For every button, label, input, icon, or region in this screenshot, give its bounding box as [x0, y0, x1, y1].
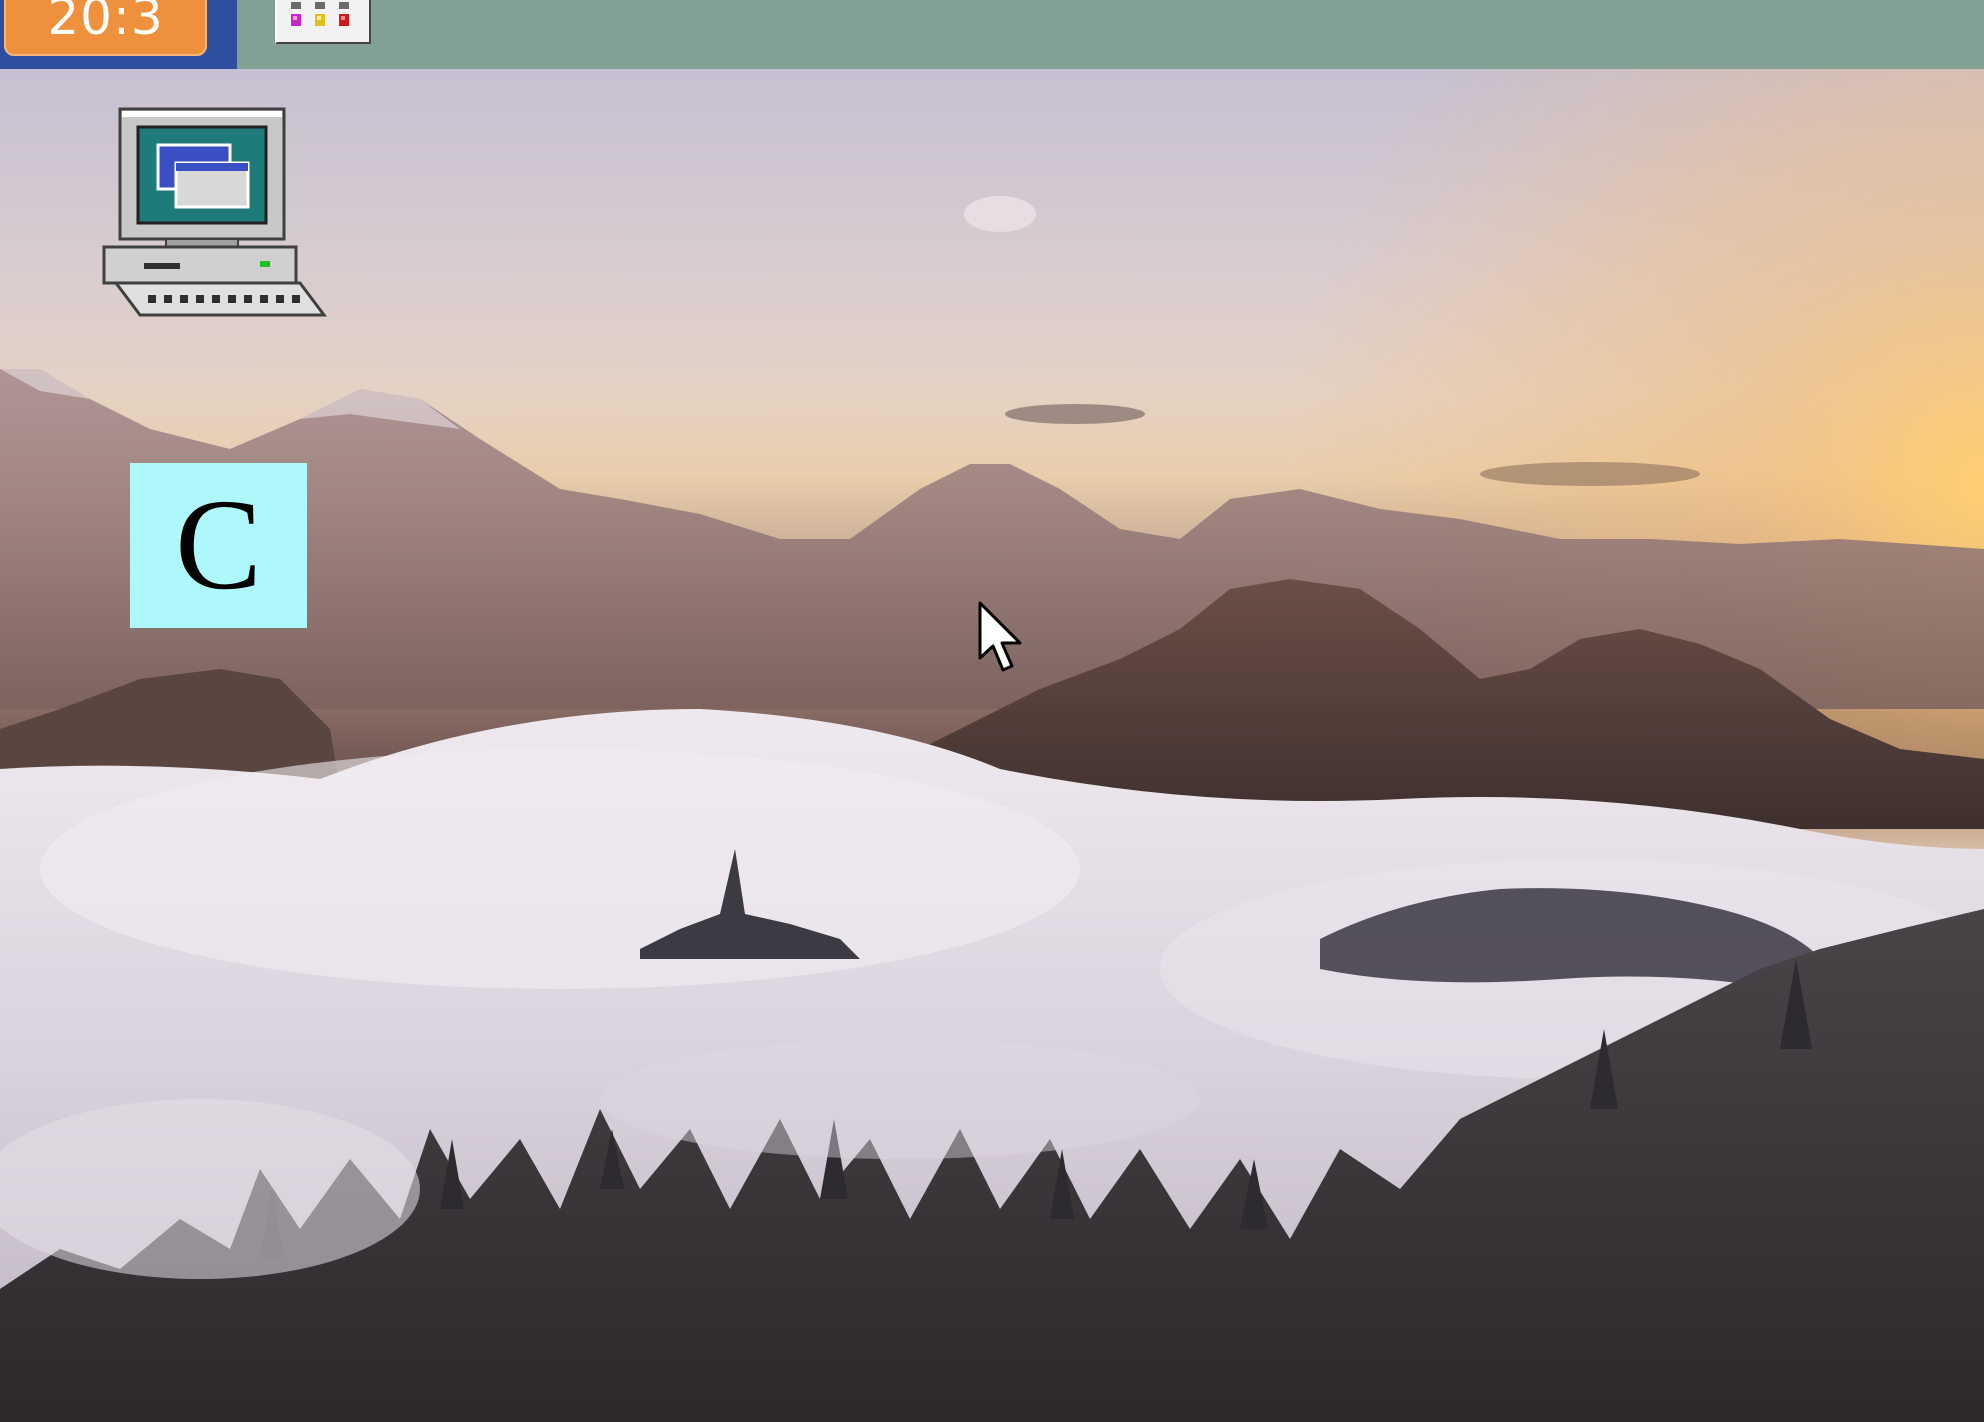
- launcher-grid-icon[interactable]: [275, 0, 371, 44]
- my-computer-icon[interactable]: [100, 107, 328, 327]
- desktop[interactable]: C: [0, 69, 1984, 1422]
- clock[interactable]: 20:3: [4, 0, 207, 56]
- clock-area: 20:3: [0, 0, 237, 69]
- arrow-cursor-icon: [977, 600, 1027, 676]
- taskbar: 20:3: [0, 0, 1984, 69]
- c-drive-icon[interactable]: C: [130, 463, 307, 628]
